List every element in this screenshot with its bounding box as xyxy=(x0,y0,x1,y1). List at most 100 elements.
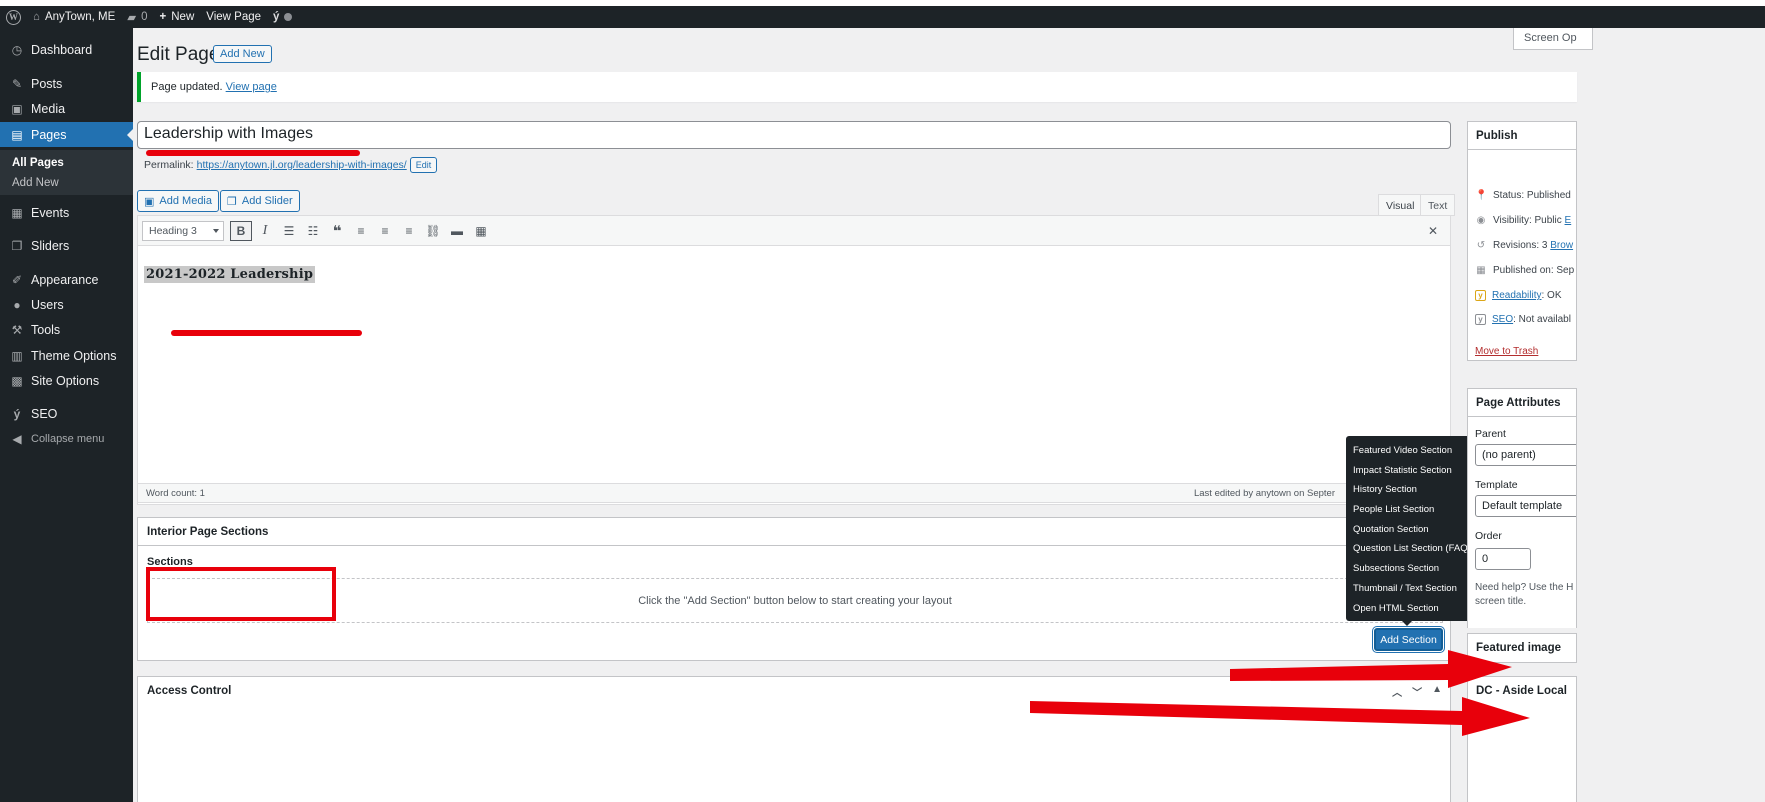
menu-featured-video-section[interactable]: Featured Video Section xyxy=(1346,442,1470,462)
add-slider-button[interactable]: ❐ Add Slider xyxy=(220,190,300,212)
menu-history-section[interactable]: History Section xyxy=(1346,481,1470,501)
parent-select[interactable]: (no parent) xyxy=(1475,444,1576,466)
order-input[interactable]: 0 xyxy=(1475,548,1531,570)
access-control-header[interactable]: Access Control ︿ ﹀ ▲ xyxy=(138,677,1450,705)
pages-submenu: All Pages Add New xyxy=(0,150,133,195)
bold-button[interactable]: B xyxy=(230,220,252,241)
pin-icon: ✎ xyxy=(11,76,23,91)
fullscreen-icon[interactable]: ✕ xyxy=(1428,224,1438,238)
seo-status-dot xyxy=(284,13,293,21)
sidebar-item-posts[interactable]: ✎ Posts xyxy=(0,71,133,96)
media-icon: ▣ xyxy=(144,195,155,208)
move-up-icon[interactable]: ︿ xyxy=(1392,684,1402,699)
editor-toolbar: Heading 3 B I ☰ ☷ ❝ ≡ ≡ ≡ ⛓ ▬ ▦ ✕ xyxy=(138,216,1450,246)
edit-visibility-link[interactable]: E xyxy=(1565,215,1572,226)
post-title-input[interactable]: Leadership with Images xyxy=(137,121,1451,149)
seo-value: : Not availabl xyxy=(1513,314,1571,325)
tab-visual[interactable]: Visual xyxy=(1378,194,1423,216)
italic-button[interactable]: I xyxy=(254,221,276,241)
menu-subsections-section[interactable]: Subsections Section xyxy=(1346,560,1470,580)
comments-count: 0 xyxy=(141,11,148,23)
sidebar-item-label: Site Options xyxy=(31,373,100,388)
sidebar-item-label: Dashboard xyxy=(31,42,93,57)
revisions-label: Revisions: xyxy=(1493,240,1540,251)
move-to-trash-link[interactable]: Move to Trash xyxy=(1475,346,1538,357)
format-select[interactable]: Heading 3 xyxy=(142,220,224,241)
help-line-2: screen title. xyxy=(1475,596,1527,607)
screen-options-tab[interactable]: Screen Op xyxy=(1513,28,1593,50)
sidebar-item-users[interactable]: ● Users xyxy=(0,292,133,317)
wrench-icon: ⚒ xyxy=(11,322,23,337)
sidebar-item-label: Posts xyxy=(31,76,63,91)
sidebar-item-tools[interactable]: ⚒ Tools xyxy=(0,317,133,342)
last-edited: Last edited by anytown on Septer xyxy=(1193,488,1335,499)
align-left-icon[interactable]: ≡ xyxy=(350,221,372,241)
align-right-icon[interactable]: ≡ xyxy=(398,221,420,241)
browse-revisions-link[interactable]: Brow xyxy=(1550,240,1573,251)
dashboard-icon: ◷ xyxy=(11,42,23,57)
sidebar-item-events[interactable]: ▦ Events xyxy=(0,200,133,225)
tab-text[interactable]: Text xyxy=(1420,194,1456,216)
sidebar-item-sliders[interactable]: ❐ Sliders xyxy=(0,233,133,258)
yoast-readability-icon: y xyxy=(1475,290,1486,301)
template-select[interactable]: Default template xyxy=(1475,495,1576,517)
dc-aside-title[interactable]: DC - Aside Local xyxy=(1468,677,1576,705)
menu-quotation-section[interactable]: Quotation Section xyxy=(1346,521,1470,541)
interior-page-sections-box: Interior Page Sections Sections Click th… xyxy=(137,517,1451,661)
sidebar-item-dashboard[interactable]: ◷ Dashboard xyxy=(0,37,133,62)
new-content-link[interactable]: + New xyxy=(160,11,195,23)
page-attributes-title[interactable]: Page Attributes xyxy=(1468,389,1576,417)
view-page-link[interactable]: View page xyxy=(226,81,277,93)
menu-thumbnail-text-section[interactable]: Thumbnail / Text Section xyxy=(1346,580,1470,600)
sidebar-item-seo[interactable]: ý SEO xyxy=(0,401,133,426)
blockquote-icon[interactable]: ❝ xyxy=(326,221,348,241)
comments-link[interactable]: ▰ 0 xyxy=(127,10,147,24)
bulleted-list-icon[interactable]: ☰ xyxy=(278,221,300,241)
sidebar-item-label: Events xyxy=(31,205,70,220)
add-new-button[interactable]: Add New xyxy=(213,45,272,63)
add-media-button[interactable]: ▣ Add Media xyxy=(137,190,219,212)
toggle-panel-icon[interactable]: ▲ xyxy=(1432,684,1442,699)
access-control-title: Access Control xyxy=(147,685,232,697)
interior-sections-title[interactable]: Interior Page Sections xyxy=(138,518,1450,546)
sidebar-item-site-options[interactable]: ▩ Site Options xyxy=(0,368,133,393)
move-down-icon[interactable]: ﹀ xyxy=(1412,684,1422,699)
menu-question-list-section[interactable]: Question List Section (FAQs) xyxy=(1346,540,1476,560)
visibility-label: Visibility: xyxy=(1493,215,1532,226)
featured-image-title[interactable]: Featured image xyxy=(1468,634,1576,662)
user-icon: ● xyxy=(13,297,21,312)
submenu-add-new[interactable]: Add New xyxy=(12,177,59,189)
sections-placeholder: Click the "Add Section" button below to … xyxy=(147,578,1443,623)
edit-permalink-button[interactable]: Edit xyxy=(409,157,438,173)
numbered-list-icon[interactable]: ☷ xyxy=(302,221,324,241)
sidebar-item-appearance[interactable]: ✐ Appearance xyxy=(0,267,133,292)
menu-people-list-section[interactable]: People List Section xyxy=(1346,501,1470,521)
sidebar-item-media[interactable]: ▣ Media xyxy=(0,96,133,121)
template-label: Template xyxy=(1475,479,1518,491)
wp-logo-menu[interactable]: W xyxy=(6,9,21,25)
sidebar-item-label: Theme Options xyxy=(31,348,117,363)
status-value: Published xyxy=(1526,190,1571,201)
add-section-button[interactable]: Add Section xyxy=(1374,628,1443,651)
link-icon[interactable]: ⛓ xyxy=(422,221,444,241)
menu-open-html-section[interactable]: Open HTML Section xyxy=(1346,600,1470,620)
site-name-link[interactable]: ⌂ AnyTown, ME xyxy=(33,11,115,23)
seo-link[interactable]: SEO xyxy=(1492,314,1513,325)
publish-title[interactable]: Publish xyxy=(1468,122,1576,150)
editor-status-bar: Word count: 1 Last edited by anytown on … xyxy=(137,483,1451,503)
home-icon: ⌂ xyxy=(33,11,40,23)
view-page-link[interactable]: View Page xyxy=(206,11,261,23)
yoast-menu[interactable]: ý xyxy=(273,11,293,23)
permalink-url[interactable]: https://anytown.jl.org/leadership-with-i… xyxy=(197,159,407,171)
sidebar-item-theme-options[interactable]: ▥ Theme Options xyxy=(0,343,133,368)
submenu-all-pages[interactable]: All Pages xyxy=(12,157,64,169)
sidebar-item-pages[interactable]: ▤ Pages xyxy=(0,122,133,147)
editor-content[interactable]: 2021-2022 Leadership xyxy=(138,246,1450,302)
menu-impact-statistic-section[interactable]: Impact Statistic Section xyxy=(1346,462,1470,482)
toolbar-toggle-icon[interactable]: ▦ xyxy=(470,221,492,241)
readability-link[interactable]: Readability xyxy=(1492,290,1541,301)
align-center-icon[interactable]: ≡ xyxy=(374,221,396,241)
collapse-menu-button[interactable]: ◀ Collapse menu xyxy=(0,426,133,451)
success-notice: Page updated. View page xyxy=(137,72,1577,102)
read-more-icon[interactable]: ▬ xyxy=(446,221,468,241)
